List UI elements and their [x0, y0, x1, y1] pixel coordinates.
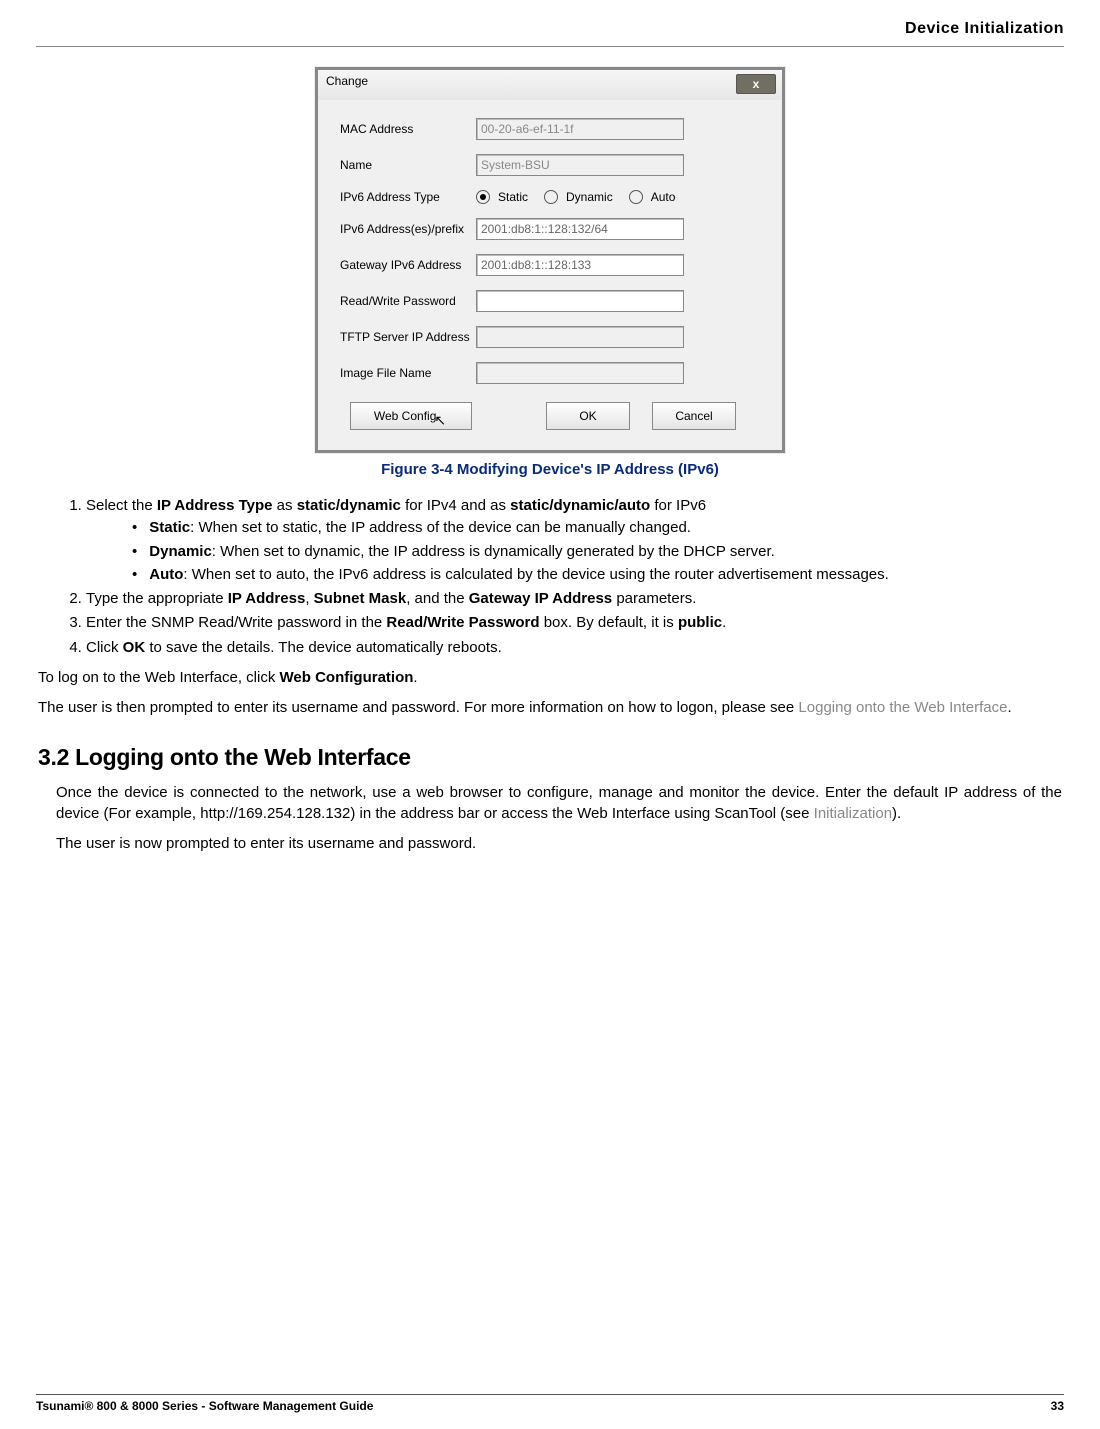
image-file-label: Image File Name [340, 366, 476, 380]
close-icon[interactable]: x [736, 74, 776, 94]
gateway-ipv6-label: Gateway IPv6 Address [340, 258, 476, 272]
web-config-button[interactable]: Web Config ↖ [350, 402, 472, 430]
link-logging-onto-web-interface[interactable]: Logging onto the Web Interface [798, 699, 1007, 716]
paragraph-logon-info: The user is then prompted to enter its u… [38, 698, 1062, 718]
mac-address-label: MAC Address [340, 122, 476, 136]
dialog-titlebar: Change x [318, 70, 782, 100]
sec32-paragraph-2: The user is now prompted to enter its us… [56, 834, 1062, 854]
radio-dynamic[interactable] [544, 190, 558, 204]
heading-3-2: 3.2 Logging onto the Web Interface [38, 742, 1062, 773]
mac-address-field[interactable] [476, 118, 684, 140]
image-file-field[interactable] [476, 362, 684, 384]
radio-static[interactable] [476, 190, 490, 204]
step-1: Select the IP Address Type as static/dyn… [86, 496, 1062, 585]
radio-auto[interactable] [629, 190, 643, 204]
radio-static-label: Static [498, 190, 528, 204]
name-label: Name [340, 158, 476, 172]
ok-button[interactable]: OK [546, 402, 630, 430]
ipv6-address-type-label: IPv6 Address Type [340, 190, 476, 204]
dialog-title: Change [326, 74, 368, 88]
link-initialization[interactable]: Initialization [814, 805, 892, 822]
change-dialog: Change x MAC Address Name IPv6 Address T… [315, 67, 785, 453]
name-field[interactable] [476, 154, 684, 176]
cursor-icon: ↖ [434, 412, 446, 429]
footer-left: Tsunami® 800 & 8000 Series - Software Ma… [36, 1399, 373, 1413]
gateway-ipv6-field[interactable] [476, 254, 684, 276]
footer-page-number: 33 [1051, 1399, 1064, 1413]
tftp-server-label: TFTP Server IP Address [340, 330, 476, 344]
bullet-static: Static: When set to static, the IP addre… [132, 518, 1062, 538]
rw-password-label: Read/Write Password [340, 294, 476, 308]
footer-divider [36, 1394, 1064, 1395]
cancel-button[interactable]: Cancel [652, 402, 736, 430]
step-3: Enter the SNMP Read/Write password in th… [86, 613, 1062, 633]
ipv6-address-prefix-label: IPv6 Address(es)/prefix [340, 222, 476, 236]
step-2: Type the appropriate IP Address, Subnet … [86, 589, 1062, 609]
paragraph-web-config: To log on to the Web Interface, click We… [38, 668, 1062, 688]
bullet-auto: Auto: When set to auto, the IPv6 address… [132, 565, 1062, 585]
figure-caption: Figure 3-4 Modifying Device's IP Address… [36, 461, 1064, 478]
header-divider [36, 46, 1064, 47]
ipv6-address-prefix-field[interactable] [476, 218, 684, 240]
sec32-paragraph-1: Once the device is connected to the netw… [56, 783, 1062, 824]
rw-password-field[interactable] [476, 290, 684, 312]
radio-auto-label: Auto [651, 190, 676, 204]
radio-dynamic-label: Dynamic [566, 190, 613, 204]
tftp-server-field[interactable] [476, 326, 684, 348]
web-config-button-label: Web Config [374, 409, 436, 423]
step-4: Click OK to save the details. The device… [86, 638, 1062, 658]
page-header-title: Device Initialization [36, 20, 1064, 46]
bullet-dynamic: Dynamic: When set to dynamic, the IP add… [132, 542, 1062, 562]
page-footer: Tsunami® 800 & 8000 Series - Software Ma… [36, 1394, 1064, 1413]
